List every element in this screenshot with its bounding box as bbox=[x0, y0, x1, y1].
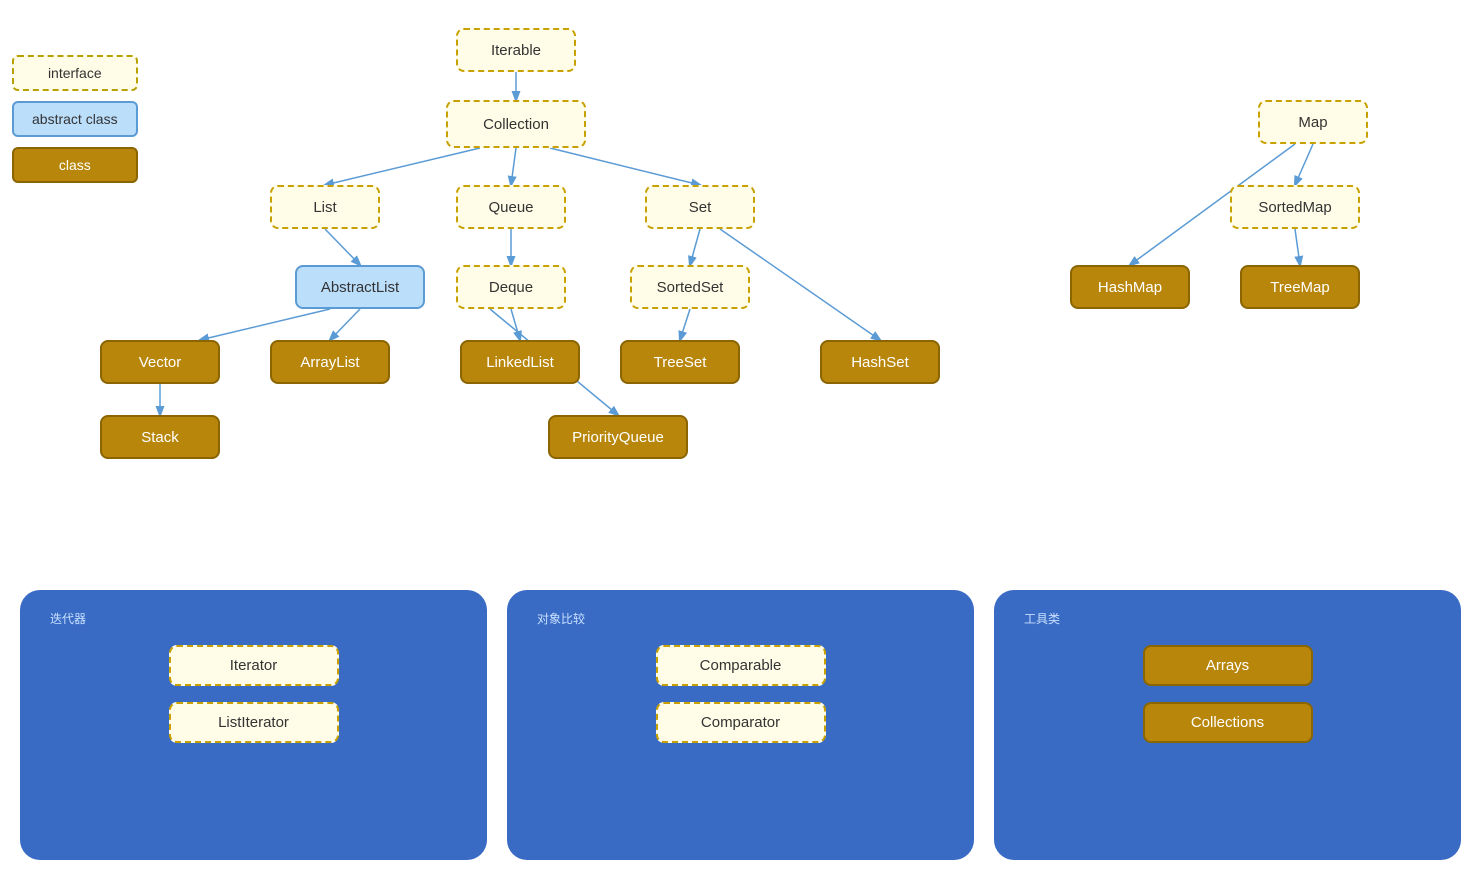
node-sortedset: SortedSet bbox=[630, 265, 750, 309]
bottom-panels: 迭代器 Iterator ListIterator 对象比较 Comparabl… bbox=[0, 590, 1481, 860]
node-list: List bbox=[270, 185, 380, 229]
node-hashset: HashSet bbox=[820, 340, 940, 384]
node-hashmap: HashMap bbox=[1070, 265, 1190, 309]
node-collection: Collection bbox=[446, 100, 586, 148]
comparator-node: Comparator bbox=[656, 702, 826, 743]
collections-node: Collections bbox=[1143, 702, 1313, 743]
node-treeset: TreeSet bbox=[620, 340, 740, 384]
node-arraylist: ArrayList bbox=[270, 340, 390, 384]
class-diagram: Iterable Collection List Queue Set Abstr… bbox=[0, 0, 1481, 560]
iterator-panel-items: Iterator ListIterator bbox=[50, 645, 457, 743]
node-sortedmap: SortedMap bbox=[1230, 185, 1360, 229]
comparison-panel-title: 对象比较 bbox=[537, 610, 944, 627]
node-treemap: TreeMap bbox=[1240, 265, 1360, 309]
node-iterable: Iterable bbox=[456, 28, 576, 72]
node-queue: Queue bbox=[456, 185, 566, 229]
node-priorityqueue: PriorityQueue bbox=[548, 415, 688, 459]
comparison-panel-items: Comparable Comparator bbox=[537, 645, 944, 743]
node-deque: Deque bbox=[456, 265, 566, 309]
listiterator-node: ListIterator bbox=[169, 702, 339, 743]
utility-panel: 工具类 Arrays Collections bbox=[994, 590, 1461, 860]
iterator-panel-title: 迭代器 bbox=[50, 610, 457, 627]
node-map: Map bbox=[1258, 100, 1368, 144]
comparable-node: Comparable bbox=[656, 645, 826, 686]
arrays-node: Arrays bbox=[1143, 645, 1313, 686]
node-stack: Stack bbox=[100, 415, 220, 459]
comparison-panel: 对象比较 Comparable Comparator bbox=[507, 590, 974, 860]
iterator-node: Iterator bbox=[169, 645, 339, 686]
node-abstractlist: AbstractList bbox=[295, 265, 425, 309]
node-linkedlist: LinkedList bbox=[460, 340, 580, 384]
utility-panel-items: Arrays Collections bbox=[1024, 645, 1431, 743]
utility-panel-title: 工具类 bbox=[1024, 610, 1431, 627]
iterator-panel: 迭代器 Iterator ListIterator bbox=[20, 590, 487, 860]
node-vector: Vector bbox=[100, 340, 220, 384]
node-set: Set bbox=[645, 185, 755, 229]
